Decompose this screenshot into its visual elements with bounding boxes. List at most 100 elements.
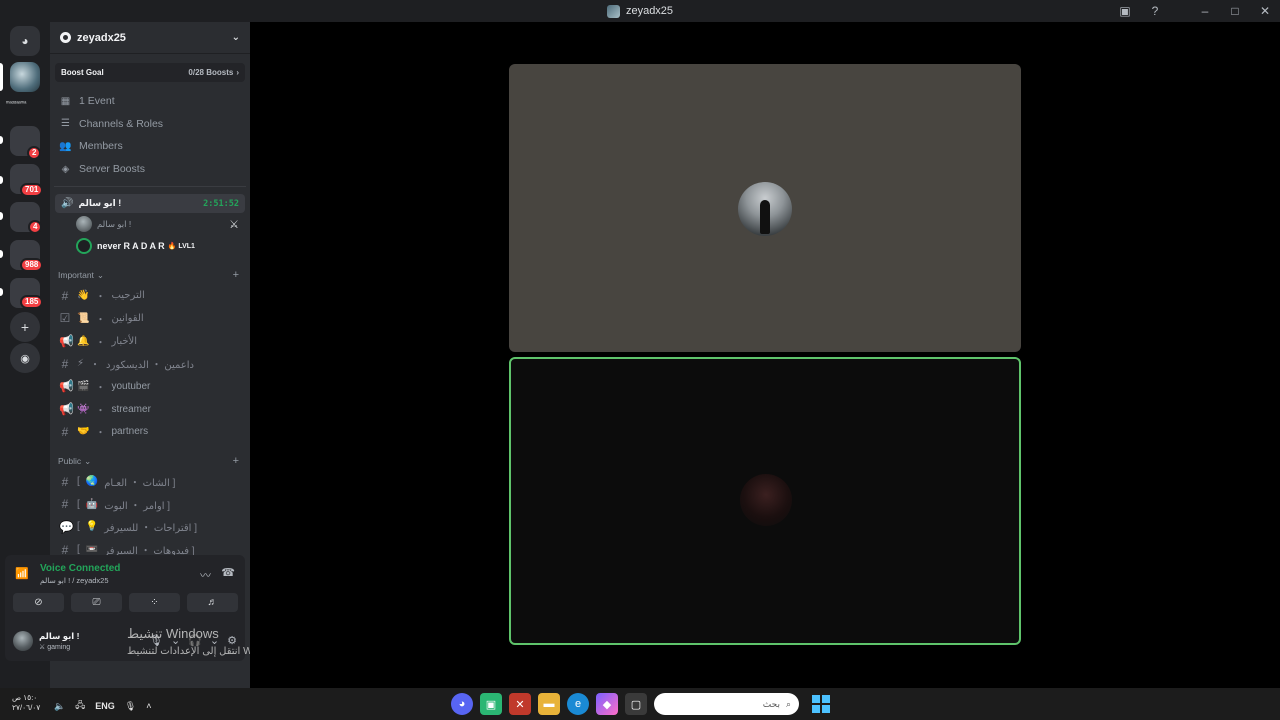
server-avatar-icon <box>606 4 620 18</box>
channel-emoji: 💡 <box>85 521 99 533</box>
edge-browser-icon[interactable]: e <box>567 693 589 715</box>
channel-emoji: 📼 <box>85 544 99 556</box>
inbox-icon[interactable]: ▣ <box>1110 0 1140 22</box>
unread-pill <box>0 288 3 296</box>
soundboard-button[interactable]: ♬ <box>187 593 238 612</box>
channel-name: داعمين ・ الديسكورد <box>106 360 194 372</box>
explore-icon[interactable]: ◉ <box>10 343 40 373</box>
activities-button[interactable]: ⁘ <box>129 593 180 612</box>
add-channel-icon[interactable]: + <box>233 269 239 281</box>
channel-item[interactable]: # [ 🤖 اوامر ・ البوت ] <box>50 493 250 516</box>
unread-pill <box>0 250 3 258</box>
minimize-button[interactable]: – <box>1190 0 1220 22</box>
menu-item-label: 1 Event <box>79 95 115 108</box>
taskbar-search[interactable]: بحث ⌕ <box>654 693 799 715</box>
channel-name: الشات ・ العـام ] <box>104 478 176 490</box>
clock[interactable]: ١٥:٠ ص ٢٧/٠٦/٠٧ <box>12 693 40 713</box>
channel-item[interactable]: # [ 🌏 الشات ・ العـام ] <box>50 470 250 493</box>
channel-name: partners <box>111 426 149 438</box>
window-title-group: zeyadx25 <box>606 4 674 18</box>
channel-item[interactable]: 📢 🎬 ・ youtuber <box>50 375 250 398</box>
channel-name: القوانين <box>111 312 144 324</box>
participant-tile[interactable] <box>509 64 1021 352</box>
store-app-icon[interactable]: ▣ <box>480 693 502 715</box>
chevron-down-icon: ⌄ <box>231 32 240 43</box>
separator: ・ <box>95 405 106 417</box>
server-folder-label: ᵐᵃᵈᵈᵃᵃᵐᵃ <box>6 101 27 107</box>
boost-goal-label: Boost Goal <box>61 68 104 77</box>
category-public[interactable]: Public ⌄ + <box>50 452 250 470</box>
disconnect-icon[interactable]: ☎ <box>221 566 235 579</box>
channel-item[interactable]: 📢 🔔 ・ الأخبار <box>50 330 250 353</box>
maximize-button[interactable]: □ <box>1220 0 1250 22</box>
user-name[interactable]: ابو سالم ! <box>39 631 79 642</box>
channel-name: الأخبار <box>111 335 138 347</box>
camera-off-button[interactable]: ⊘ <box>13 593 64 612</box>
channel-item[interactable]: ☑ 📜 ・ القوانين <box>50 307 250 330</box>
voice-user[interactable]: ابو سالم ! ⚔ <box>50 213 250 235</box>
avatar <box>76 216 92 233</box>
discord-home-icon[interactable]: ◕ <box>10 26 40 56</box>
language-indicator[interactable]: ENG <box>95 701 115 711</box>
calendar-icon: ▦ <box>60 95 71 107</box>
add-channel-icon[interactable]: + <box>233 455 239 467</box>
avatar[interactable] <box>13 631 33 651</box>
boost-goal-bar[interactable]: Boost Goal 0/28 Boosts › <box>55 63 245 82</box>
taskbar: ١٥:٠ ص ٢٧/٠٦/٠٧ 🔈 🖧 ENG 🎙 ˄ ◕ ▣ ✕ ▬ e ◆ … <box>0 688 1280 720</box>
speaker-icon: 🔊 <box>61 198 74 210</box>
notification-badge: 185 <box>20 295 44 309</box>
category-important[interactable]: Important ⌄ + <box>50 266 250 284</box>
network-icon[interactable]: 🖧 <box>75 698 85 714</box>
megaphone-icon: 📢 <box>59 334 74 349</box>
screen-share-button[interactable]: ⎚ <box>71 593 122 612</box>
voice-channel-timer: 2:51:52 <box>203 198 239 209</box>
separator: ・ <box>95 428 106 440</box>
voice-status[interactable]: Voice Connected <box>40 563 120 574</box>
file-explorer-icon[interactable]: ▬ <box>538 693 560 715</box>
menu-item-server-boosts[interactable]: ◈ Server Boosts <box>54 158 246 181</box>
windows-start-icon[interactable] <box>812 695 830 713</box>
microphone-icon[interactable]: 🎙 <box>125 701 136 712</box>
noise-suppression-icon[interactable]: 〰 <box>200 567 211 583</box>
channel-item[interactable]: # 👋 ・ الترحيب <box>50 284 250 307</box>
discord-app-icon[interactable]: ◕ <box>451 693 473 715</box>
add-server-icon[interactable]: + <box>10 312 40 342</box>
participant-avatar <box>740 474 792 526</box>
window-title: zeyadx25 <box>625 5 674 17</box>
boost-icon: ◈ <box>61 163 70 175</box>
channel-item[interactable]: # ⚡ ・ داعمين ・ الديسكورد <box>50 352 250 375</box>
taskbar-apps: ◕ ▣ ✕ ▬ e ◆ ▢ بحث ⌕ <box>451 693 830 715</box>
volume-icon[interactable]: 🔈 <box>54 701 65 712</box>
channel-bracket: [ <box>77 544 80 556</box>
voice-channel[interactable]: 🔊 ابو سالم ! 2:51:52 <box>55 194 245 214</box>
hash-icon: # <box>61 424 69 439</box>
task-view-icon[interactable]: ▢ <box>625 693 647 715</box>
hash-icon: # <box>61 288 69 303</box>
notification-badge: 701 <box>20 183 44 197</box>
members-icon: 👥 <box>59 140 72 152</box>
selected-pill <box>0 63 3 91</box>
menu-item-events[interactable]: ▦ 1 Event <box>54 90 246 113</box>
server-icon-zeyadx25[interactable] <box>10 62 40 92</box>
separator: ・ <box>95 337 106 349</box>
channel-item[interactable]: 📢 👾 ・ streamer <box>50 398 250 421</box>
menu-item-channels-roles[interactable]: ☰ Channels & Roles <box>54 113 246 136</box>
menu-item-members[interactable]: 👥 Members <box>54 135 246 158</box>
game-app-icon[interactable]: ✕ <box>509 693 531 715</box>
server-header[interactable]: zeyadx25 ⌄ <box>50 22 250 54</box>
channel-emoji: 🌏 <box>85 476 99 488</box>
forum-icon: 💬 <box>59 519 74 534</box>
notification-badge: 988 <box>20 258 44 272</box>
voice-connected-row: 📶 Voice Connected ابو سالم ! / zeyadx25 … <box>11 561 239 589</box>
voice-location[interactable]: ابو سالم ! / zeyadx25 <box>40 576 109 585</box>
voice-user[interactable]: never R A D A R 🔥 LVL1 <box>50 235 250 257</box>
channel-item[interactable]: 💬 [ 💡 اقتراحات ・ للسيرفر ] <box>50 516 250 539</box>
copilot-icon[interactable]: ◆ <box>596 693 618 715</box>
help-icon[interactable]: ? <box>1140 0 1170 22</box>
close-button[interactable]: ✕ <box>1250 0 1280 22</box>
chevron-up-icon[interactable]: ˄ <box>146 701 151 711</box>
participant-tile-speaking[interactable] <box>509 357 1021 645</box>
clock-time: ١٥:٠ ص <box>12 693 38 702</box>
channel-item[interactable]: # 🤝 ・ partners <box>50 421 250 444</box>
